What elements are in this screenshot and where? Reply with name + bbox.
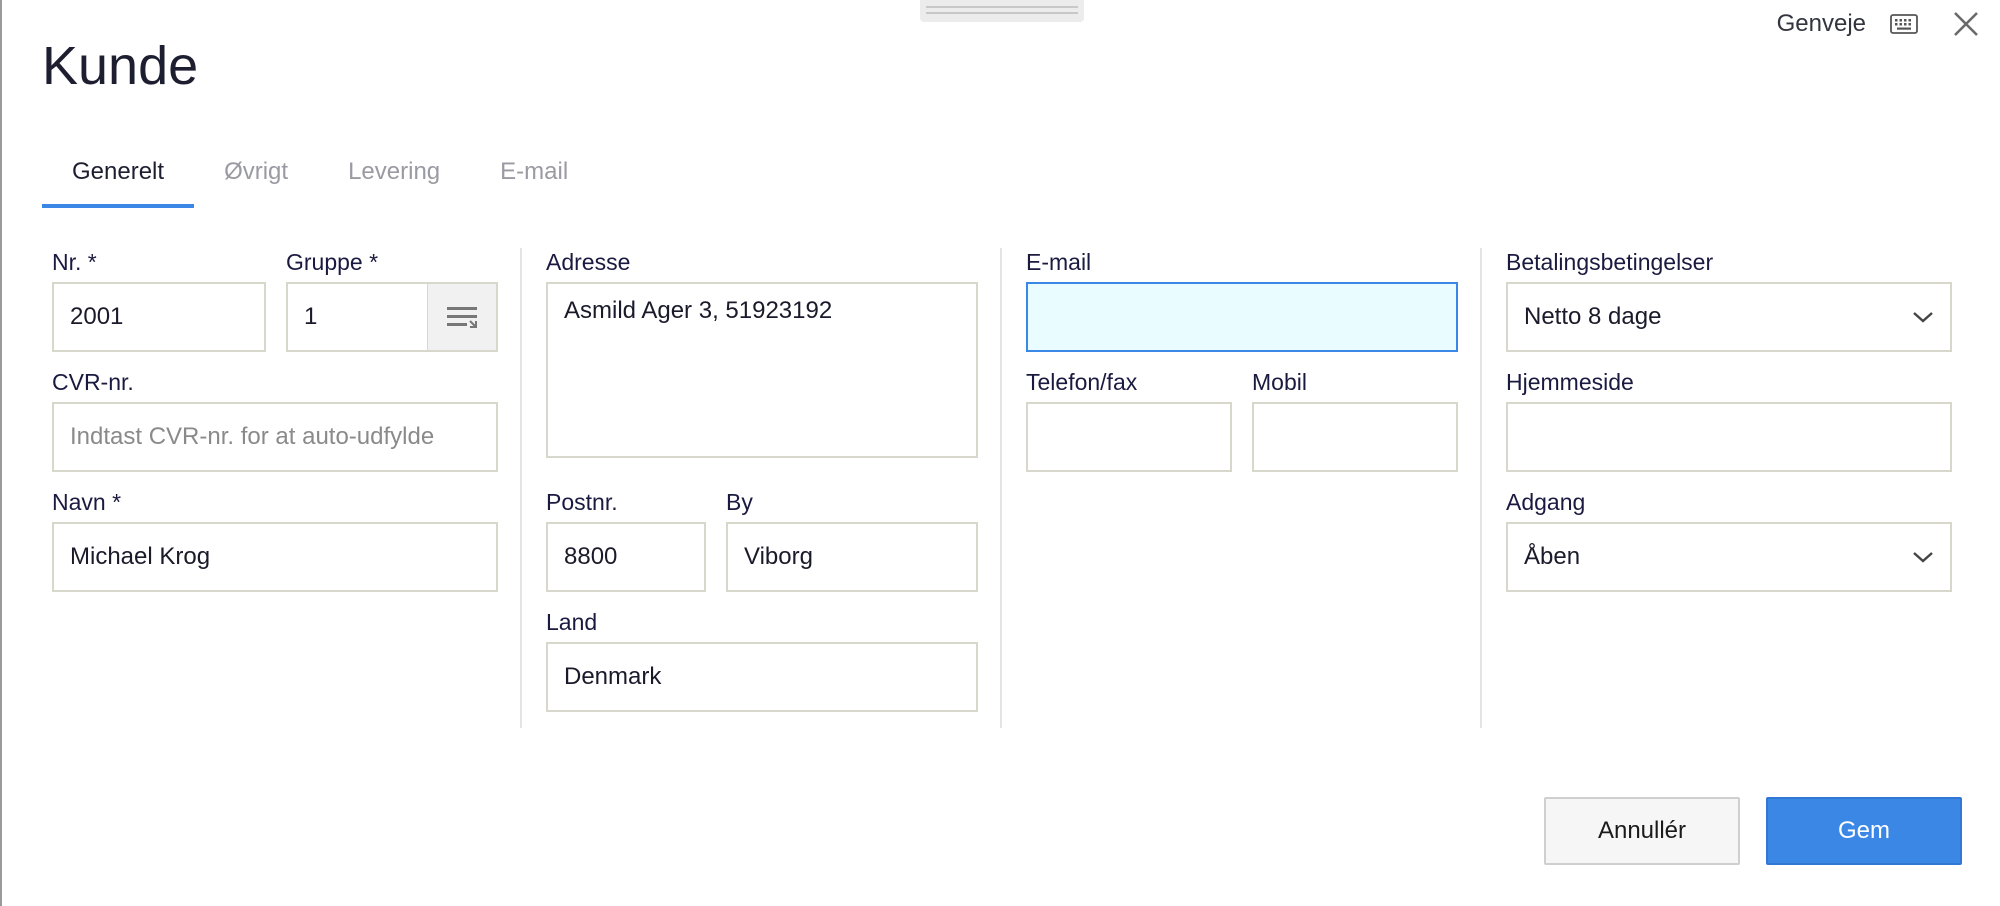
chevron-down-icon — [1913, 312, 1933, 323]
tab-ovrigt[interactable]: Øvrigt — [194, 150, 318, 208]
tab-email[interactable]: E-mail — [470, 150, 598, 208]
postnr-label: Postnr. — [546, 489, 618, 515]
adresse-label: Adresse — [546, 249, 631, 275]
mobil-label: Mobil — [1252, 369, 1307, 395]
telefon-label: Telefon/fax — [1026, 369, 1138, 395]
gruppe-input[interactable] — [286, 282, 428, 352]
adgang-select[interactable]: Åben — [1506, 522, 1952, 592]
shortcuts-link[interactable]: Genveje — [1777, 10, 1866, 38]
adgang-label: Adgang — [1506, 489, 1586, 515]
betaling-select[interactable]: Netto 8 dage — [1506, 282, 1952, 352]
save-button[interactable]: Gem — [1766, 797, 1962, 865]
land-label: Land — [546, 609, 598, 635]
cancel-button[interactable]: Annullér — [1544, 797, 1740, 865]
navn-input[interactable] — [52, 522, 498, 592]
nr-label: Nr. * — [52, 249, 97, 275]
close-icon[interactable] — [1952, 10, 1980, 38]
by-input[interactable] — [726, 522, 978, 592]
email-label: E-mail — [1026, 249, 1092, 275]
drag-handle[interactable] — [920, 0, 1084, 22]
column-divider — [1000, 248, 1002, 728]
by-label: By — [726, 489, 753, 515]
mobil-input[interactable] — [1252, 402, 1458, 472]
betaling-label: Betalingsbetingelser — [1506, 249, 1714, 275]
column-divider — [1480, 248, 1482, 728]
page-title: Kunde — [42, 36, 199, 96]
keyboard-icon[interactable] — [1890, 14, 1918, 34]
adgang-value: Åben — [1524, 543, 1581, 570]
cvr-input[interactable] — [52, 402, 498, 472]
column-divider — [520, 248, 522, 728]
chevron-down-icon — [1913, 552, 1933, 563]
adresse-textarea[interactable]: Asmild Ager 3, 51923192 — [546, 282, 978, 458]
window-left-edge — [0, 0, 2, 906]
hjemmeside-input[interactable] — [1506, 402, 1952, 472]
list-lookup-icon — [447, 307, 477, 328]
gruppe-label: Gruppe * — [286, 249, 379, 275]
tab-generelt[interactable]: Generelt — [42, 150, 195, 208]
hjemmeside-label: Hjemmeside — [1506, 369, 1634, 395]
navn-label: Navn * — [52, 489, 122, 515]
postnr-input[interactable] — [546, 522, 706, 592]
nr-input[interactable] — [52, 282, 266, 352]
gruppe-lookup-button[interactable] — [427, 282, 498, 352]
land-input[interactable] — [546, 642, 978, 712]
cvr-label: CVR-nr. — [52, 369, 134, 395]
betaling-value: Netto 8 dage — [1524, 303, 1662, 330]
telefon-input[interactable] — [1026, 402, 1232, 472]
top-toolbar: Genveje — [1777, 10, 1980, 38]
email-input[interactable] — [1026, 282, 1458, 352]
tab-levering[interactable]: Levering — [318, 150, 470, 208]
tab-bar: Generelt Øvrigt Levering E-mail — [42, 150, 598, 208]
